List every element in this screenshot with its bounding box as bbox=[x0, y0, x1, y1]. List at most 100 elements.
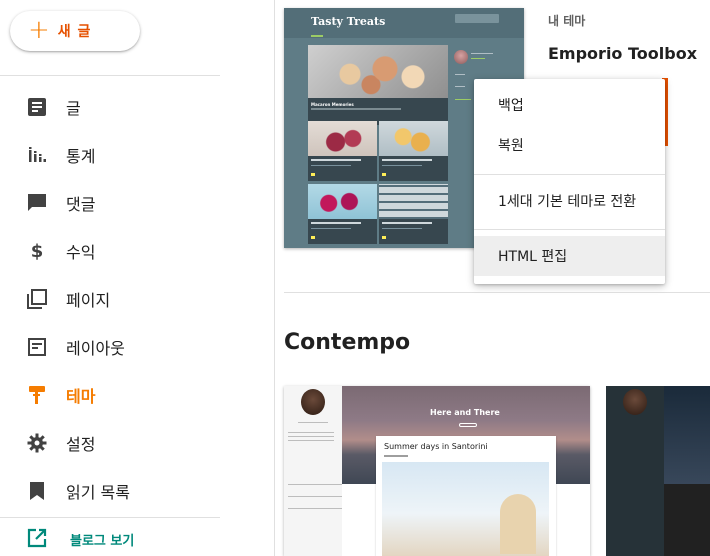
sidebar-item-label: 레이아웃 bbox=[66, 339, 125, 358]
sidebar-item-earnings[interactable]: $ 수익 bbox=[0, 231, 220, 271]
preview-author-avatar bbox=[454, 50, 468, 64]
section-divider bbox=[284, 292, 710, 293]
macaron-image bbox=[308, 45, 448, 98]
sidebar-item-label: 통계 bbox=[66, 147, 96, 166]
preview-hero-button bbox=[459, 423, 477, 427]
tower-shape bbox=[500, 494, 536, 554]
layout-icon bbox=[26, 336, 48, 358]
preview-line bbox=[311, 228, 351, 229]
bookmark-icon bbox=[26, 480, 48, 502]
preview-line bbox=[311, 222, 361, 224]
preview-post-cell bbox=[379, 184, 448, 244]
preview-hero-title: Here and There bbox=[430, 408, 500, 417]
preview-side-line bbox=[288, 436, 334, 437]
sidebar-item-label: 설정 bbox=[66, 435, 96, 454]
preview-side-line bbox=[288, 432, 334, 433]
preview-label-dot bbox=[311, 173, 315, 176]
menu-item-backup[interactable]: 백업 bbox=[474, 85, 665, 125]
preview-hero bbox=[664, 386, 710, 484]
dessert-image bbox=[308, 121, 377, 156]
plus-icon: + bbox=[28, 15, 50, 45]
sidebar-item-comments[interactable]: 댓글 bbox=[0, 183, 220, 223]
preview-line bbox=[382, 159, 432, 161]
preview-side-line bbox=[288, 496, 342, 497]
preview-post-title: Summer days in Santorini bbox=[384, 442, 488, 451]
preview-side-line bbox=[288, 508, 342, 509]
preview-line bbox=[311, 165, 351, 166]
my-theme-label: 내 테마 bbox=[548, 14, 586, 28]
preview-line bbox=[311, 159, 361, 161]
theme-family-title: Contempo bbox=[284, 330, 411, 355]
sidebar-item-label: 글 bbox=[66, 99, 81, 118]
sidebar-item-label: 읽기 목록 bbox=[66, 483, 130, 502]
preview-post-cell bbox=[308, 184, 377, 244]
contempo-theme-thumbnail[interactable]: Here and There Summer days in Santorini bbox=[284, 386, 590, 556]
sidebar-item-layout[interactable]: 레이아웃 bbox=[0, 327, 220, 367]
menu-item-restore[interactable]: 복원 bbox=[474, 125, 665, 165]
view-blog-label: 블로그 보기 bbox=[70, 533, 135, 549]
preview-hero-title: Macaron Memories bbox=[311, 102, 354, 107]
dollar-icon: $ bbox=[30, 240, 44, 262]
preview-side-line bbox=[288, 484, 342, 485]
gear-icon bbox=[26, 432, 48, 454]
sidebar-item-posts[interactable]: 글 bbox=[0, 87, 220, 127]
preview-post-cell bbox=[379, 121, 448, 181]
cooling-rack-image bbox=[379, 184, 448, 219]
menu-item-edit-html[interactable]: HTML 편집 bbox=[474, 236, 665, 276]
sidebar-divider bbox=[0, 517, 220, 518]
open-in-new-icon bbox=[27, 528, 49, 550]
comments-icon bbox=[26, 192, 48, 214]
pages-icon bbox=[26, 288, 48, 310]
preview-post-date bbox=[384, 455, 408, 457]
preview-side-line bbox=[455, 99, 471, 100]
pastry-image bbox=[379, 121, 448, 156]
preview-line bbox=[382, 165, 422, 166]
preview-search-box bbox=[455, 14, 499, 23]
paint-roller-icon bbox=[26, 384, 48, 406]
preview-side-line bbox=[471, 58, 485, 59]
santorini-image bbox=[382, 462, 549, 556]
menu-item-switch-classic-theme[interactable]: 1세대 기본 테마로 전환 bbox=[474, 181, 665, 221]
stats-icon bbox=[26, 144, 48, 166]
preview-blog-title: Tasty Treats bbox=[311, 15, 386, 28]
sidebar-item-stats[interactable]: 통계 bbox=[0, 135, 220, 175]
preview-hero-snippet bbox=[311, 108, 401, 110]
sidebar-item-label: 페이지 bbox=[66, 291, 111, 310]
sidebar-item-pages[interactable]: 페이지 bbox=[0, 279, 220, 319]
contempo-dark-thumbnail[interactable] bbox=[606, 386, 710, 556]
preview-side-line bbox=[455, 74, 465, 75]
sidebar-item-label: 수익 bbox=[66, 243, 96, 262]
new-post-button[interactable]: + 새 글 bbox=[10, 11, 140, 51]
preview-side-line bbox=[455, 86, 465, 87]
preview-line bbox=[382, 228, 422, 229]
preview-label-dot bbox=[382, 173, 386, 176]
preview-accent-line bbox=[311, 35, 323, 37]
menu-divider bbox=[474, 229, 665, 230]
preview-side-line bbox=[471, 53, 493, 54]
sidebar-divider bbox=[0, 75, 220, 76]
preview-side-line bbox=[288, 440, 334, 441]
sidebar-item-label: 댓글 bbox=[66, 195, 96, 214]
sidebar-item-reading-list[interactable]: 읽기 목록 bbox=[0, 471, 220, 511]
sidebar-item-theme[interactable]: 테마 bbox=[0, 375, 220, 415]
preview-author-avatar bbox=[623, 389, 647, 415]
preview-label-dot bbox=[311, 236, 315, 239]
sidebar-item-label: 테마 bbox=[66, 387, 96, 406]
preview-post-card: Summer days in Santorini bbox=[376, 436, 556, 556]
new-post-label: 새 글 bbox=[57, 24, 92, 40]
berry-image bbox=[308, 184, 377, 219]
current-theme-name: Emporio Toolbox bbox=[548, 44, 698, 63]
sidebar-item-settings[interactable]: 설정 bbox=[0, 423, 220, 463]
blogger-theme-page: + 새 글 글 통계 댓글 $ 수익 페이지 레이아웃 테마 설정 읽기 목록 … bbox=[0, 0, 710, 556]
theme-options-menu: 백업 복원 1세대 기본 테마로 전환 HTML 편집 bbox=[474, 79, 665, 284]
view-blog-link[interactable]: 블로그 보기 bbox=[0, 522, 220, 556]
sidebar: + 새 글 글 통계 댓글 $ 수익 페이지 레이아웃 테마 설정 읽기 목록 … bbox=[0, 0, 275, 556]
posts-icon bbox=[26, 96, 48, 118]
preview-side-line bbox=[298, 422, 328, 423]
menu-divider bbox=[474, 174, 665, 175]
preview-hero-post: Macaron Memories bbox=[308, 45, 448, 125]
preview-post-cell bbox=[308, 121, 377, 181]
preview-author-avatar bbox=[301, 389, 325, 415]
preview-line bbox=[382, 222, 432, 224]
preview-label-dot bbox=[382, 236, 386, 239]
